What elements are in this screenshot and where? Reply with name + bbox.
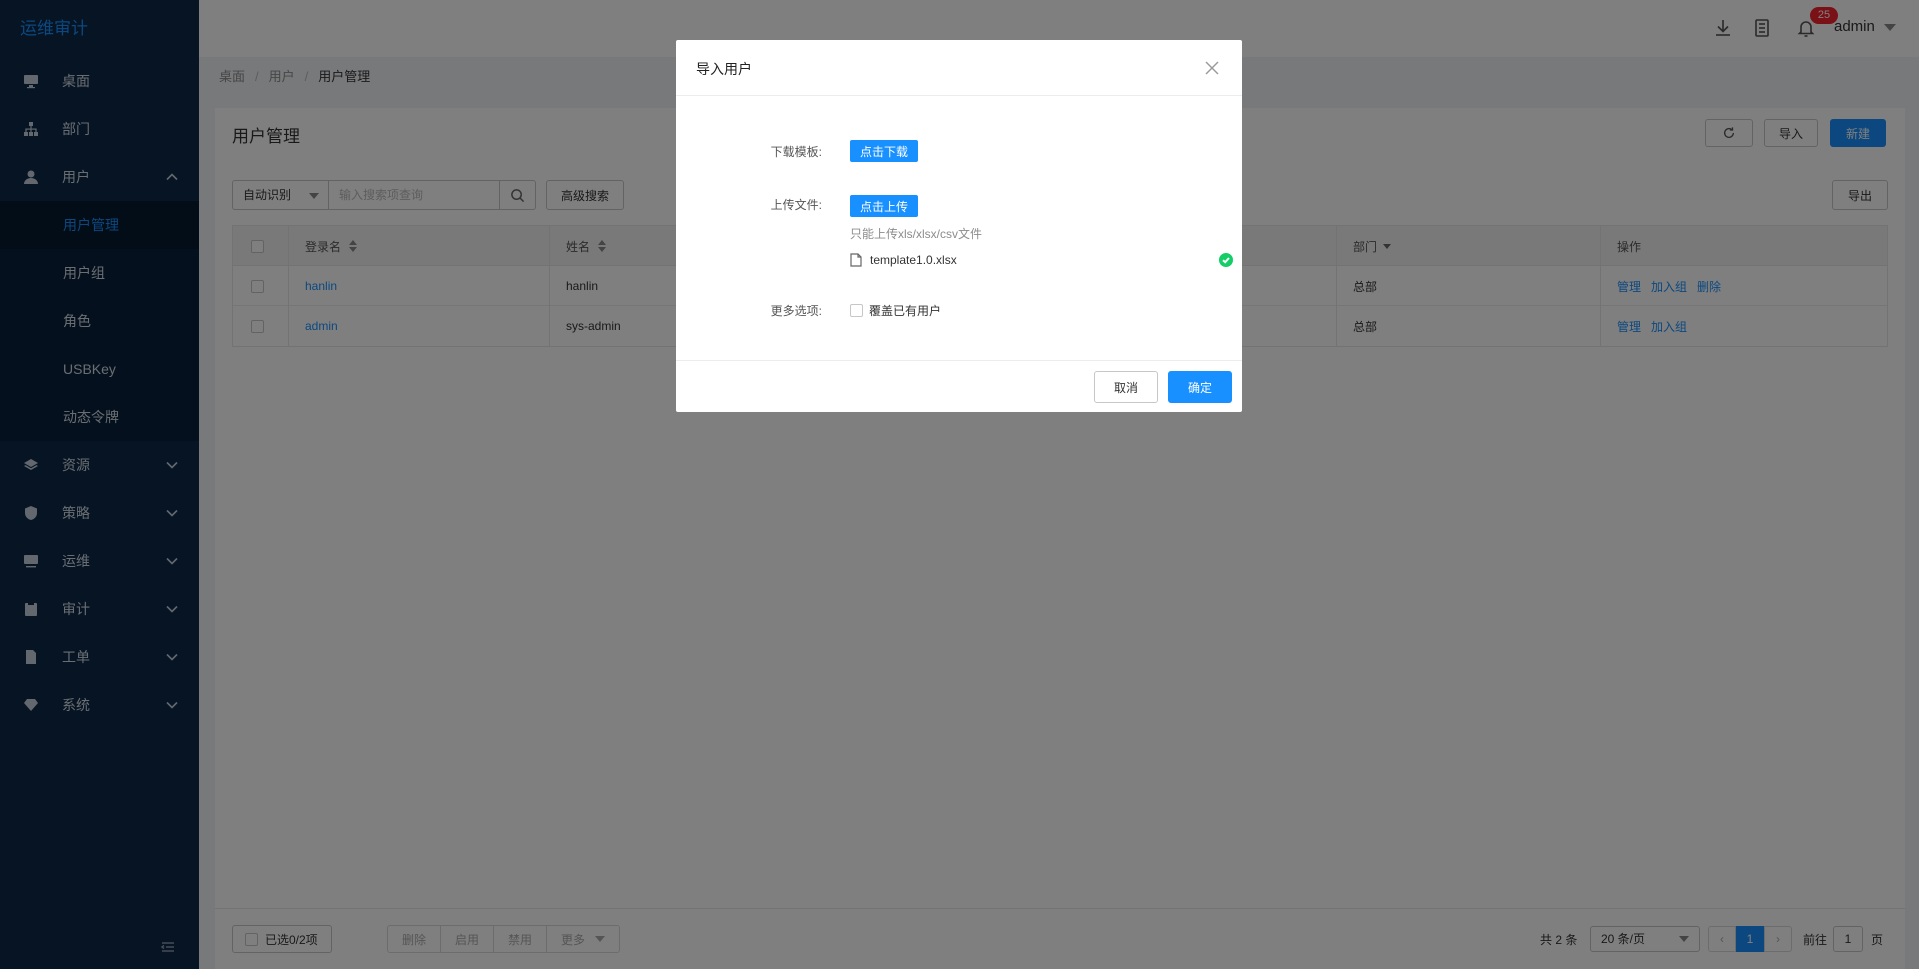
- dialog-header: 导入用户: [676, 40, 1242, 96]
- uploaded-file-item[interactable]: template1.0.xlsx: [850, 250, 1233, 270]
- upload-file-button[interactable]: 点击上传: [850, 195, 919, 217]
- cancel-button[interactable]: 取消: [1094, 371, 1158, 403]
- confirm-button[interactable]: 确定: [1168, 371, 1232, 403]
- dialog-title: 导入用户: [696, 61, 752, 77]
- upload-file-label: 上传文件:: [770, 198, 822, 212]
- upload-hint: 只能上传xls/xlsx/csv文件: [850, 227, 983, 241]
- import-user-dialog: 导入用户 下载模板: 点击下载 上传文件: 点击上传 只能上传xls/xlsx/…: [676, 40, 1242, 412]
- download-template-button[interactable]: 点击下载: [850, 140, 919, 162]
- more-options-label: 更多选项:: [770, 304, 822, 318]
- overwrite-users-label: 覆盖已有用户: [869, 304, 942, 318]
- dialog-footer: 取消 确定: [676, 360, 1242, 412]
- overwrite-users-option[interactable]: 覆盖已有用户: [850, 302, 941, 319]
- close-icon[interactable]: [1204, 60, 1220, 76]
- download-template-label: 下载模板:: [770, 145, 822, 159]
- file-icon: [850, 253, 862, 267]
- uploaded-file-name: template1.0.xlsx: [870, 253, 957, 267]
- overwrite-users-checkbox[interactable]: [850, 304, 863, 317]
- check-circle-icon: [1219, 253, 1233, 267]
